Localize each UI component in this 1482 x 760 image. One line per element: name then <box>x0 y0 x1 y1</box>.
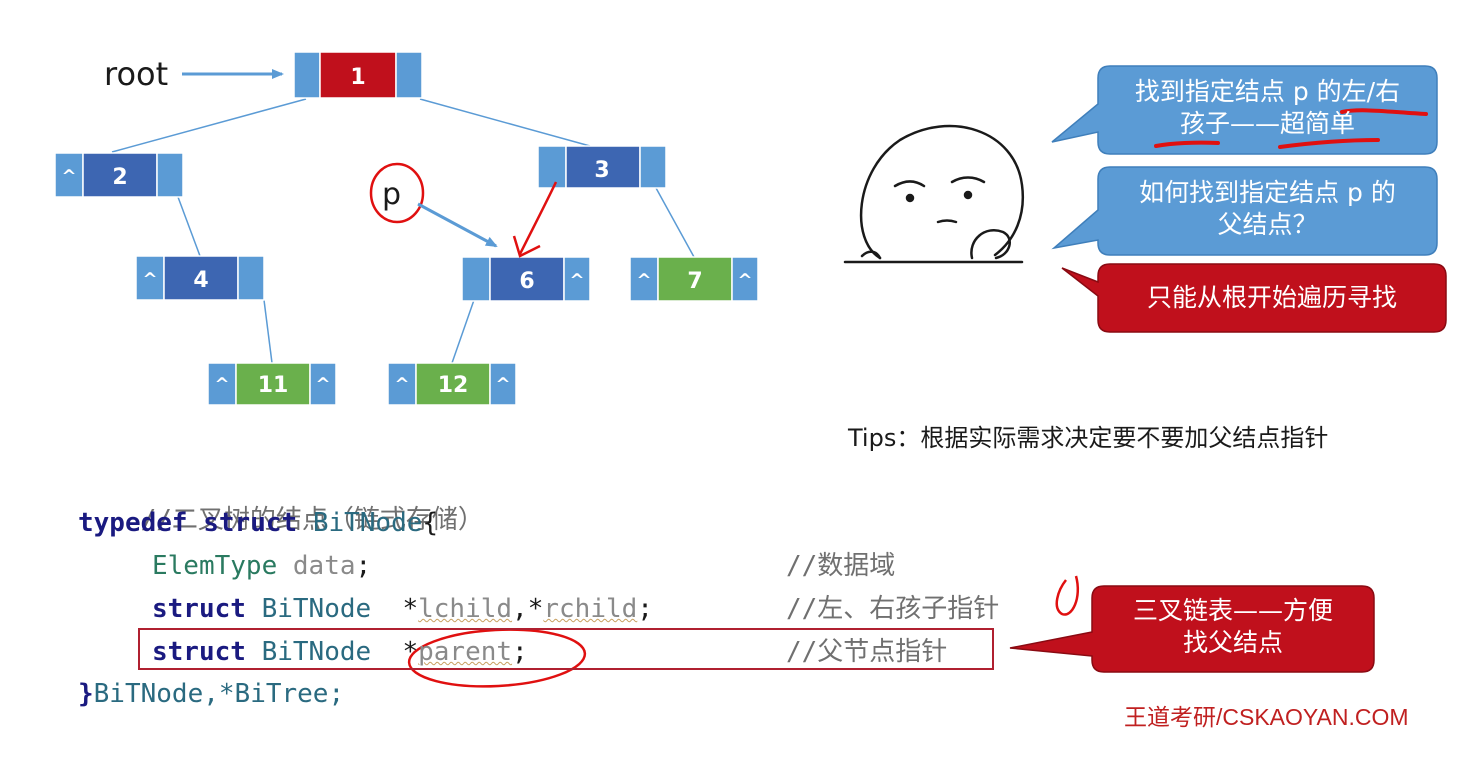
semicolon: ; <box>355 551 372 581</box>
node-value: 2 <box>112 165 127 190</box>
bubble-easy-text: 找到指定结点 p 的左/右 孩子——超简单 <box>1098 76 1437 140</box>
bubble-question-line1: 如何找到指定结点 p 的 <box>1139 178 1396 207</box>
bubble-answer-text: 只能从根开始遍历寻找 <box>1146 283 1397 312</box>
star: * <box>527 594 544 624</box>
node-value: 6 <box>519 269 534 294</box>
star: * <box>402 594 419 624</box>
type-name: BiTNode <box>312 508 423 538</box>
tree-node-2: ^ 2 <box>54 152 184 198</box>
null-marker: ^ <box>394 374 409 395</box>
null-marker: ^ <box>214 374 229 395</box>
code-children-comment-line: //左、右孩子指针 <box>786 589 999 629</box>
code-data-line: ElemType data; <box>152 546 371 586</box>
edge-2-4 <box>177 196 201 257</box>
edge-1-2 <box>111 98 307 153</box>
field-rchild: rchild <box>543 594 638 624</box>
pointer-p-label: p <box>382 177 401 212</box>
tips-text: Tips：根据实际需求决定要不要加父结点指针 <box>848 424 1329 452</box>
comment-data: //数据域 <box>786 551 896 581</box>
bubble-easy-line2: 孩子——超简单 <box>1179 109 1355 138</box>
node-value: 3 <box>594 158 609 183</box>
thinking-face-icon <box>843 124 1025 264</box>
brace-open: { <box>422 508 439 538</box>
kw-struct: struct <box>152 594 246 624</box>
node-value: 1 <box>350 65 365 90</box>
edge-3-7 <box>655 187 695 258</box>
type-name: BiTNode <box>261 594 372 624</box>
node-value: 7 <box>687 269 702 294</box>
bubble-question-text: 如何找到指定结点 p 的 父结点？ <box>1098 177 1437 241</box>
null-marker: ^ <box>315 374 330 395</box>
bubble-question-line2: 父结点？ <box>1217 210 1318 239</box>
bubble-trident-text: 三叉链表——方便 找父结点 <box>1092 595 1374 659</box>
field-data: data <box>292 551 356 581</box>
bubble-trident-line2: 找父结点 <box>1182 628 1283 657</box>
null-marker: ^ <box>636 270 651 291</box>
tree-node-11: ^ 11 ^ <box>207 362 337 406</box>
null-marker: ^ <box>569 270 584 291</box>
code-comment-line: //二叉树的结点（链式存储） <box>78 460 484 535</box>
bubble-trident-line1: 三叉链表——方便 <box>1132 596 1333 625</box>
null-marker: ^ <box>495 374 510 395</box>
edge-1-3 <box>419 98 591 147</box>
tree-node-6: 6 ^ <box>461 256 591 302</box>
node-value: 4 <box>193 268 208 293</box>
code-close-line: }BiTNode,*BiTree; <box>78 674 344 714</box>
parent-field-highlight-box <box>138 628 994 670</box>
tree-node-1: 1 <box>293 51 423 99</box>
elemtype: ElemType <box>152 551 278 581</box>
tree-edges <box>111 98 695 364</box>
bubble-easy-line1: 找到指定结点 p 的左/右 <box>1134 77 1401 106</box>
field-lchild: lchild <box>418 594 513 624</box>
root-label: root <box>104 55 168 93</box>
node-value: 12 <box>438 373 469 398</box>
watermark: 王道考研/CSKAOYAN.COM <box>1124 704 1409 730</box>
node-value: 11 <box>258 373 289 398</box>
null-marker: ^ <box>142 269 157 290</box>
kw-struct: struct <box>203 508 298 538</box>
typedef-names: BiTNode,*BiTree; <box>93 679 345 709</box>
null-marker: ^ <box>737 270 752 291</box>
tree-node-7: ^ 7 ^ <box>629 256 759 302</box>
kw-typedef: typedef <box>78 508 188 538</box>
pointer-p-arrow <box>417 202 498 248</box>
brace-close: } <box>78 679 94 709</box>
code-block: //二叉树的结点（链式存储） typedef struct BiTNode{ E… <box>78 460 999 760</box>
parent-annotation-arrow <box>518 181 558 255</box>
semicolon: ; <box>637 594 653 624</box>
edge-6-12 <box>451 299 475 364</box>
code-children-line: struct BiTNode *lchild,*rchild; <box>152 589 653 629</box>
tree-node-4: ^ 4 <box>135 255 265 301</box>
tree-node-12: ^ 12 ^ <box>387 362 517 406</box>
null-marker: ^ <box>61 166 76 187</box>
code-annotation-mark <box>1055 575 1079 616</box>
tree-node-3: 3 <box>537 145 667 189</box>
edge-4-11 <box>263 299 273 364</box>
comma: , <box>512 594 528 624</box>
comment-children: //左、右孩子指针 <box>786 594 1000 624</box>
code-typedef-line: typedef struct BiTNode{ <box>78 503 438 543</box>
code-data-comment-line: //数据域 <box>786 546 895 586</box>
